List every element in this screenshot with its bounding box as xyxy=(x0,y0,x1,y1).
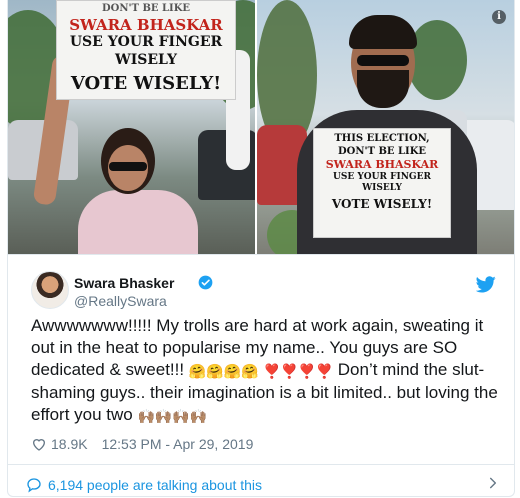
photo-left[interactable]: DON'T BE LIKE SWARA BHASKAR USE YOUR FIN… xyxy=(8,0,255,254)
verified-badge-icon xyxy=(198,275,213,290)
timestamp-link[interactable]: 12:53 PM - Apr 29, 2019 xyxy=(102,436,254,452)
hug-emojis: 🤗🤗🤗🤗 xyxy=(188,363,259,379)
sign-line: USE YOUR FINGER WISELY xyxy=(69,34,223,68)
sign-line: USE YOUR FINGER WISELY xyxy=(333,171,431,193)
tweet-header: Swara Bhasker @ReallySwara xyxy=(8,254,514,316)
talking-about-text[interactable]: 6,194 people are talking about this xyxy=(48,477,262,493)
heart-icon[interactable] xyxy=(31,436,47,452)
speech-bubble-icon xyxy=(27,478,41,493)
twitter-bird-icon[interactable] xyxy=(476,276,496,293)
sign-line: THIS ELECTION, xyxy=(334,133,430,144)
divider xyxy=(8,464,514,465)
author-handle[interactable]: @ReallySwara xyxy=(74,293,167,309)
tweet-meta: 18.9K 12:53 PM - Apr 29, 2019 xyxy=(31,436,253,452)
tweet-media[interactable]: DON'T BE LIKE SWARA BHASKAR USE YOUR FIN… xyxy=(8,0,514,255)
sign-line: DON'T BE LIKE xyxy=(101,3,191,14)
talking-about-link[interactable]: 6,194 people are talking about this xyxy=(26,477,262,493)
like-count[interactable]: 18.9K xyxy=(51,436,88,452)
photo-right[interactable]: THIS ELECTION, DON'T BE LIKE SWARA BHASK… xyxy=(257,0,514,254)
embedded-tweet-card[interactable]: DON'T BE LIKE SWARA BHASKAR USE YOUR FIN… xyxy=(7,0,515,497)
sign-line: VOTE WISELY! xyxy=(70,73,222,95)
protest-sign-left: DON'T BE LIKE SWARA BHASKAR USE YOUR FIN… xyxy=(56,0,236,100)
author-name[interactable]: Swara Bhasker xyxy=(74,275,174,291)
chevron-right-icon[interactable] xyxy=(486,476,500,490)
heart-emojis: ❣️❣️❣️❣️ xyxy=(263,363,334,379)
tweet-text: Awwwwwww!!!!! My trolls are hard at work… xyxy=(31,315,501,427)
sign-line: SWARA BHASKAR xyxy=(69,15,223,34)
sign-line: DON'T BE LIKE xyxy=(337,145,427,157)
raised-hands-emojis: 🙌🏽🙌🏽🙌🏽🙌🏽 xyxy=(137,408,208,424)
sign-line: SWARA BHASKAR xyxy=(325,158,439,171)
info-icon[interactable]: i xyxy=(492,10,506,24)
avatar[interactable] xyxy=(31,271,69,309)
sign-line: VOTE WISELY! xyxy=(331,197,433,212)
protest-sign-right: THIS ELECTION, DON'T BE LIKE SWARA BHASK… xyxy=(313,128,451,238)
